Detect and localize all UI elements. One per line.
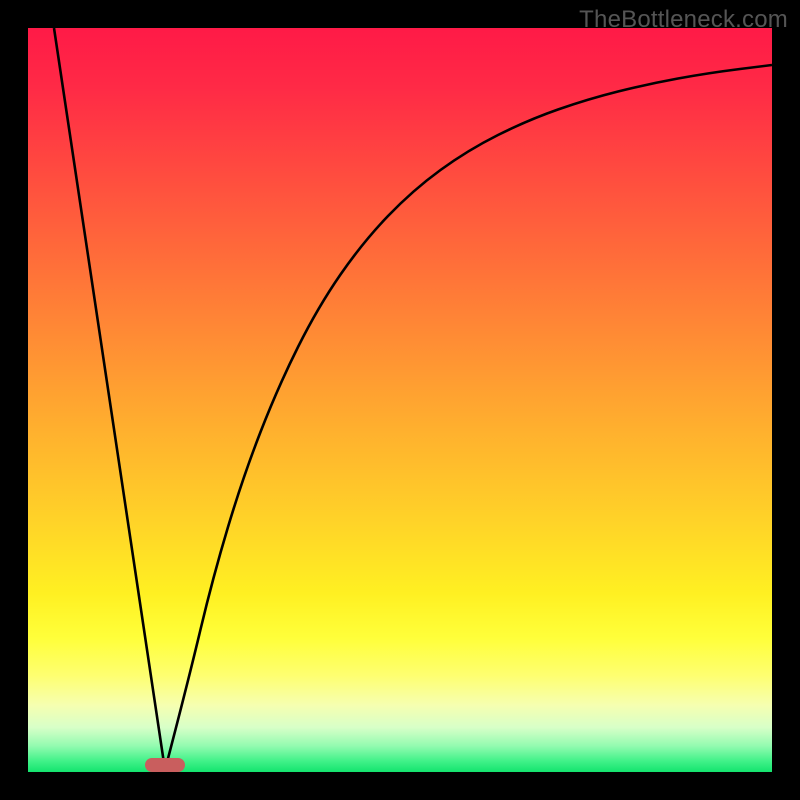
curve-right-branch [165,65,772,770]
curve-left-branch [54,28,165,770]
optimum-marker-pill [145,758,185,772]
bottleneck-curve [28,28,772,772]
watermark-text: TheBottleneck.com [579,6,788,34]
plot-area [28,28,772,772]
chart-stage: TheBottleneck.com [0,0,800,800]
